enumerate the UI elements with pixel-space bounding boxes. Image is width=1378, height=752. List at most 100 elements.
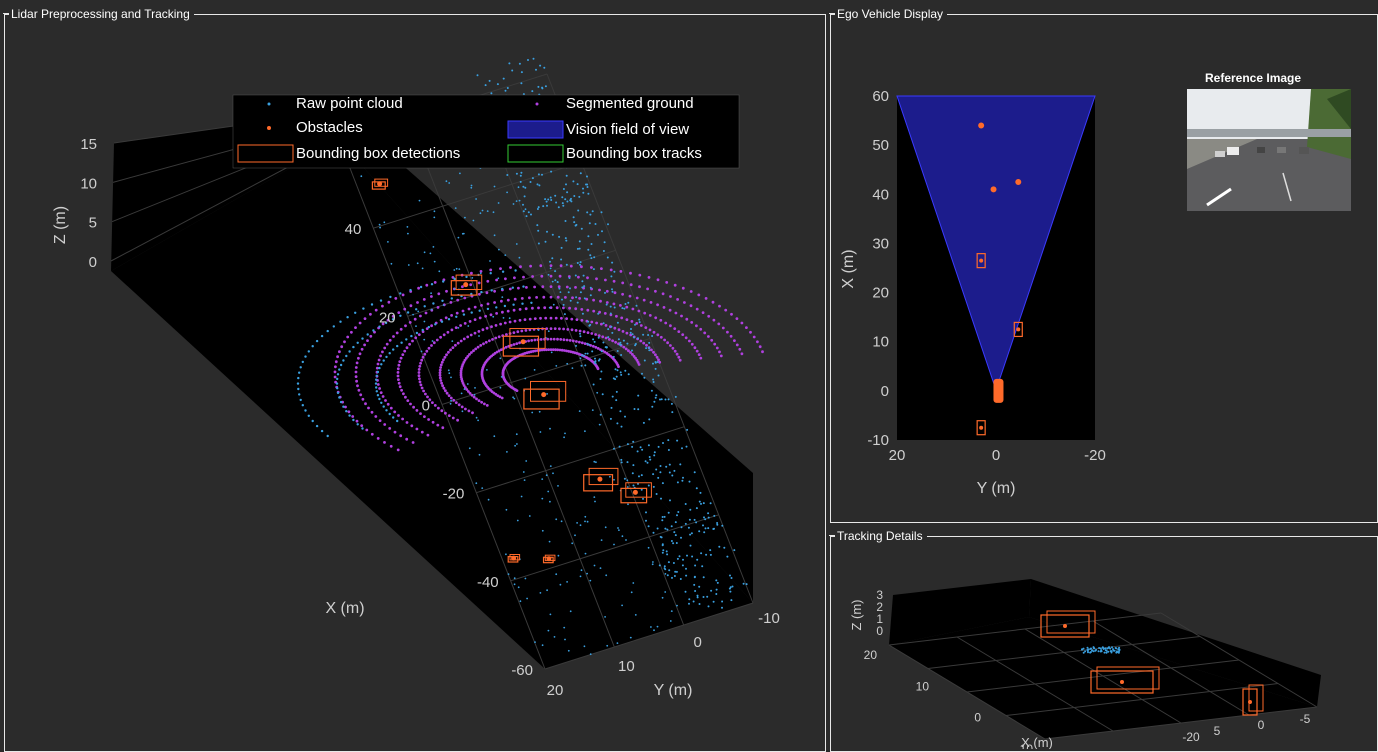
raw-point (645, 511, 647, 514)
raw-point (342, 405, 345, 408)
raw-point (556, 281, 559, 283)
raw-point (634, 614, 637, 616)
ground-point (525, 286, 528, 289)
raw-point (647, 334, 650, 336)
ground-point (699, 327, 703, 331)
raw-point (387, 241, 389, 243)
raw-point (703, 516, 705, 519)
raw-point (587, 235, 590, 238)
legend-fov-label: Vision field of view (566, 121, 689, 138)
ground-point (452, 398, 456, 402)
raw-point (637, 394, 640, 397)
ground-point (531, 275, 534, 278)
raw-point (472, 219, 475, 222)
tracking-3d-plot[interactable]: 321020100-10-20 5 0 -5 Z (m) X (m) (831, 537, 1377, 749)
raw-point (610, 406, 613, 409)
raw-point (527, 211, 530, 214)
lidar-3d-plot[interactable]: 6040200-20-40-6020100-10151050 Z (m) X (… (5, 15, 825, 749)
raw-point (605, 574, 608, 577)
lidar-y-tick: 10 (618, 658, 635, 675)
raw-point (342, 359, 345, 362)
raw-point (702, 524, 704, 527)
ground-point (387, 300, 391, 304)
ground-point (661, 292, 665, 296)
ground-point (624, 347, 628, 351)
ground-point (376, 383, 380, 386)
raw-point (501, 296, 504, 298)
raw-point (681, 564, 684, 567)
raw-point (650, 389, 653, 392)
ground-point (604, 278, 607, 282)
ground-point (701, 311, 705, 314)
ground-point (409, 402, 412, 406)
ground-point (642, 298, 646, 302)
ground-point (715, 346, 719, 350)
ground-point (539, 316, 542, 320)
raw-point (566, 362, 569, 365)
raw-point (661, 482, 664, 485)
raw-point (476, 74, 479, 77)
raw-point (695, 487, 698, 490)
raw-point (704, 518, 707, 521)
tracking-y-tick: 5 (1214, 724, 1221, 738)
ground-point (432, 341, 436, 345)
raw-point (689, 533, 692, 536)
raw-point (505, 553, 507, 556)
raw-point (606, 256, 609, 259)
raw-point (576, 262, 579, 264)
ground-point (582, 330, 586, 334)
tracking-point (1111, 646, 1113, 649)
ground-point (553, 327, 557, 330)
raw-point (508, 62, 511, 65)
ground-point (599, 299, 602, 303)
raw-point (575, 344, 577, 347)
ground-point (565, 338, 569, 342)
ground-point (425, 283, 429, 287)
raw-point (618, 529, 620, 531)
ground-point (363, 343, 366, 347)
ground-point (505, 333, 508, 336)
raw-point (562, 188, 565, 190)
raw-point (478, 335, 480, 337)
raw-point (565, 263, 568, 266)
ground-point (358, 321, 362, 325)
ground-point (357, 356, 360, 360)
raw-point (561, 202, 564, 205)
raw-point (648, 349, 651, 352)
ground-point (486, 302, 490, 306)
raw-point (506, 174, 509, 176)
raw-point (570, 200, 573, 203)
raw-point (555, 573, 558, 576)
raw-point (642, 497, 644, 500)
ground-point (396, 448, 400, 452)
raw-point (605, 303, 608, 306)
ground-point (411, 339, 414, 343)
ego-x-tick: 40 (872, 186, 889, 203)
ground-point (338, 350, 341, 354)
ego-x-tick: -10 (867, 432, 889, 449)
raw-point (603, 241, 606, 244)
raw-point (311, 345, 314, 348)
tracking-point (1087, 648, 1090, 651)
tracking-point (1104, 649, 1107, 652)
ground-point (648, 328, 652, 332)
ground-point (389, 444, 393, 448)
ground-point (531, 306, 534, 310)
raw-point (299, 398, 302, 402)
ground-point (730, 312, 733, 316)
raw-point (745, 583, 748, 586)
raw-point (591, 350, 594, 353)
ground-point (603, 312, 607, 315)
raw-point (723, 546, 726, 549)
ground-point (405, 346, 409, 350)
ground-point (568, 339, 572, 342)
tracking-z-tick: 0 (876, 624, 883, 638)
ground-point (388, 427, 392, 430)
ground-point (577, 275, 580, 279)
ground-point (456, 298, 460, 302)
raw-point (731, 585, 734, 588)
ground-point (491, 338, 494, 341)
ground-point (621, 330, 625, 333)
raw-point (579, 263, 581, 266)
ground-point (439, 363, 443, 367)
